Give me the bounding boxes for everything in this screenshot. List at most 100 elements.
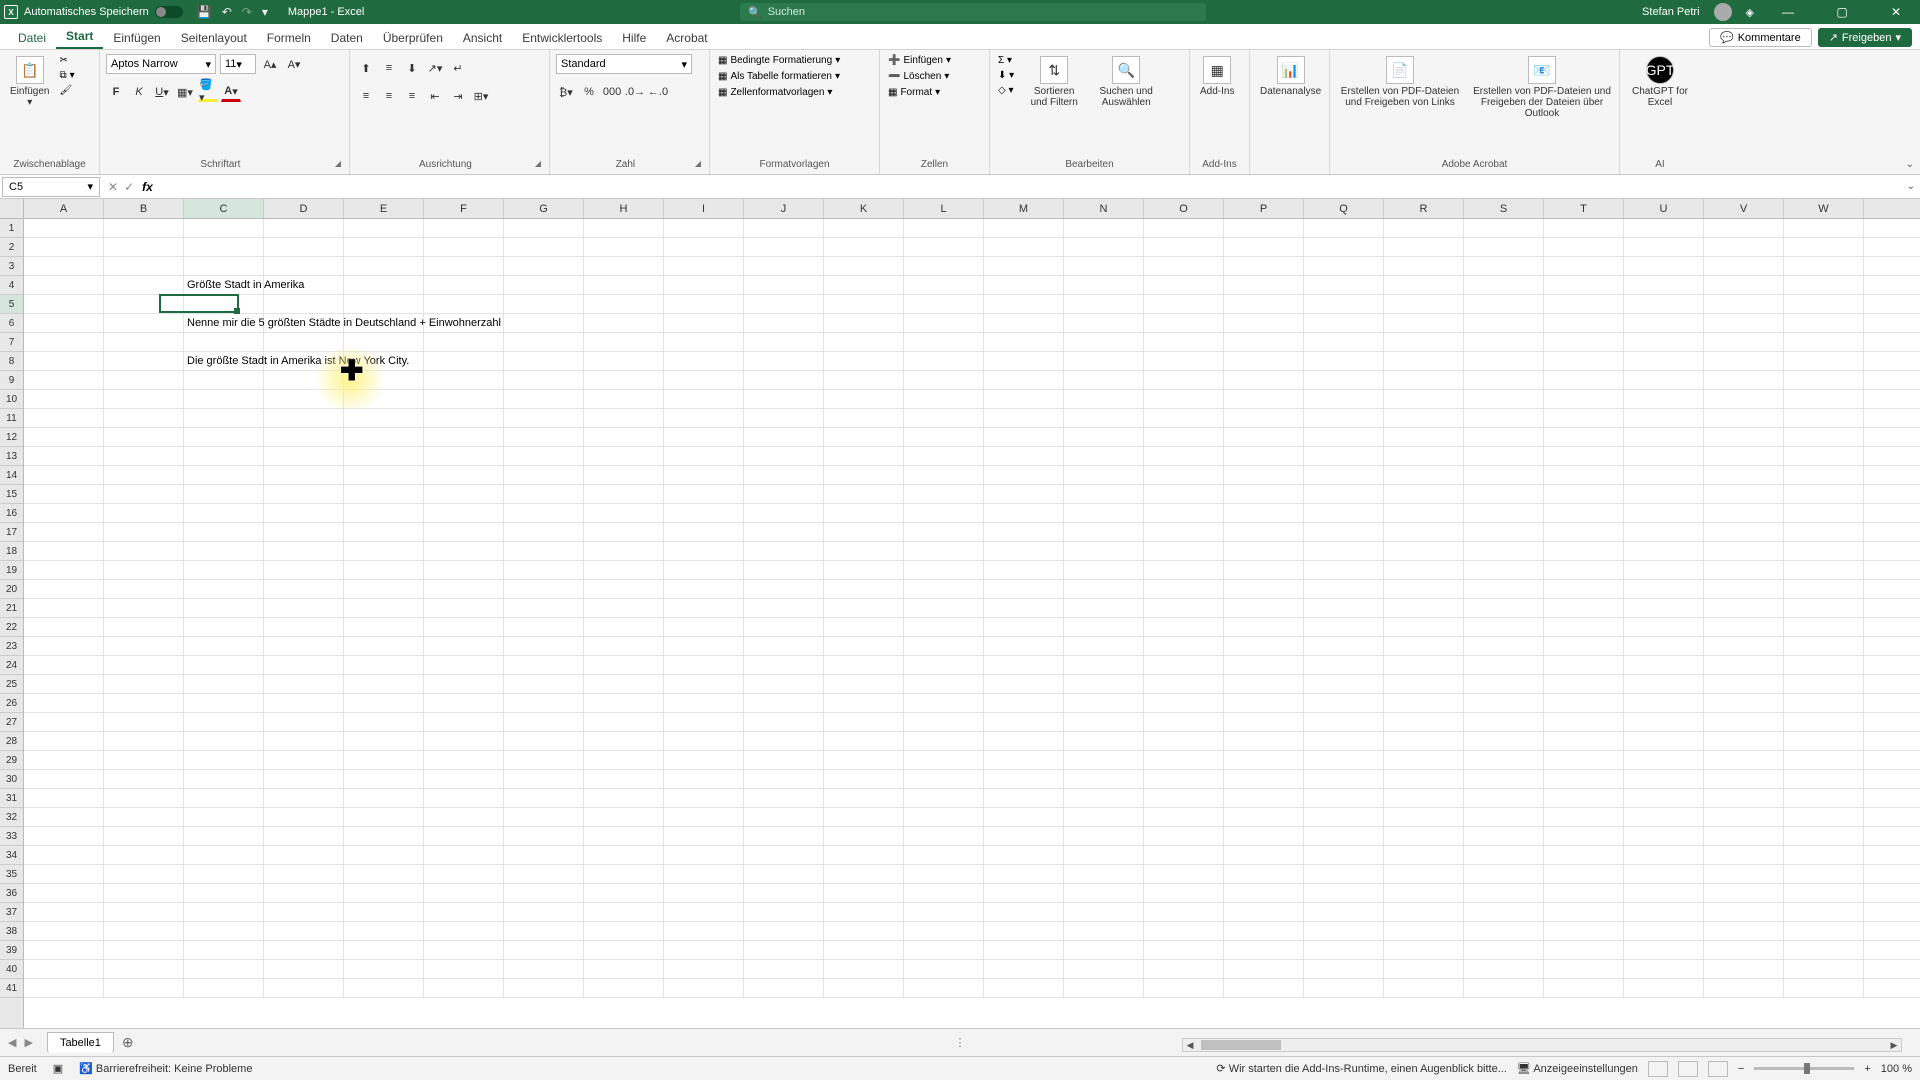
cell[interactable] [1384,656,1464,674]
cell[interactable] [1464,542,1544,560]
cell[interactable] [1384,884,1464,902]
cell[interactable] [664,466,744,484]
cell[interactable] [1784,523,1864,541]
cell[interactable] [1544,865,1624,883]
cell[interactable] [1784,694,1864,712]
cell[interactable] [504,618,584,636]
cell[interactable] [1144,485,1224,503]
cell[interactable] [584,542,664,560]
cell[interactable] [504,827,584,845]
cell[interactable] [184,865,264,883]
cell[interactable] [104,751,184,769]
cell[interactable] [104,979,184,997]
cell[interactable] [424,371,504,389]
cell[interactable] [344,504,424,522]
increase-decimal-button[interactable]: .0→ [625,82,645,102]
cell[interactable] [584,694,664,712]
cell[interactable] [1224,656,1304,674]
cell[interactable] [1064,865,1144,883]
cell[interactable] [584,751,664,769]
cell[interactable] [584,276,664,294]
cell[interactable] [904,808,984,826]
cell[interactable] [1224,732,1304,750]
cell[interactable] [744,314,824,332]
cell[interactable] [504,276,584,294]
cell[interactable] [984,333,1064,351]
row-header[interactable]: 36 [0,884,23,903]
cell[interactable] [744,295,824,313]
cell[interactable] [1144,732,1224,750]
cell[interactable] [584,808,664,826]
cell[interactable] [1224,713,1304,731]
cell[interactable] [24,618,104,636]
cell[interactable] [424,884,504,902]
cell[interactable] [504,409,584,427]
cell[interactable] [1464,941,1544,959]
cell[interactable] [1304,409,1384,427]
row-header[interactable]: 7 [0,333,23,352]
cell[interactable] [1464,276,1544,294]
tab-start[interactable]: Start [56,25,103,49]
cell[interactable] [1544,770,1624,788]
cell[interactable] [1304,656,1384,674]
cell[interactable] [744,371,824,389]
cell[interactable] [984,257,1064,275]
cell[interactable] [264,618,344,636]
cell[interactable] [1464,979,1544,997]
cell[interactable] [1304,789,1384,807]
cell[interactable] [824,941,904,959]
sheet-prev-icon[interactable]: ◀ [8,1036,16,1049]
cell[interactable] [504,884,584,902]
cell[interactable] [504,922,584,940]
cell[interactable] [184,846,264,864]
row-header[interactable]: 28 [0,732,23,751]
cell-styles-button[interactable]: ▦Zellenformatvorlagen▾ [716,86,834,99]
cell[interactable] [664,713,744,731]
cell[interactable] [504,523,584,541]
cell[interactable] [104,789,184,807]
cell[interactable] [584,637,664,655]
cell[interactable] [584,219,664,237]
cell[interactable] [1704,884,1784,902]
wrap-text-button[interactable]: ↵ [448,58,468,78]
cell[interactable] [1464,238,1544,256]
cell[interactable] [744,409,824,427]
cell[interactable] [584,827,664,845]
cell[interactable] [1544,884,1624,902]
cell[interactable] [104,846,184,864]
cell[interactable] [1544,238,1624,256]
cell[interactable] [1544,523,1624,541]
cell[interactable] [1624,941,1704,959]
cell[interactable] [664,390,744,408]
comments-button[interactable]: 💬Kommentare [1709,28,1812,47]
column-header[interactable]: T [1544,199,1624,218]
cell[interactable] [1224,523,1304,541]
cell[interactable] [1464,827,1544,845]
cell[interactable] [1144,770,1224,788]
cell[interactable] [1784,599,1864,617]
cell[interactable] [1624,523,1704,541]
cell[interactable] [504,580,584,598]
cell[interactable] [1144,542,1224,560]
row-header[interactable]: 32 [0,808,23,827]
cell[interactable] [1384,979,1464,997]
display-settings-button[interactable]: 🖥 Anzeigeeinstellungen [1517,1062,1638,1075]
cell[interactable] [904,960,984,978]
name-box[interactable]: C5▾ [2,177,100,197]
cell[interactable] [824,428,904,446]
cell[interactable] [744,542,824,560]
cell[interactable] [264,238,344,256]
cell[interactable] [24,447,104,465]
cell[interactable] [1624,675,1704,693]
cell[interactable] [1304,257,1384,275]
format-cells-button[interactable]: ▦Format ▾ [886,86,942,99]
cell[interactable] [504,428,584,446]
tab-formulas[interactable]: Formeln [257,27,321,49]
cell[interactable] [1704,390,1784,408]
cell[interactable] [1624,903,1704,921]
cell[interactable] [664,922,744,940]
pdf-outlook-button[interactable]: 📧Erstellen von PDF-Dateien und Freigeben… [1468,54,1616,121]
scroll-thumb[interactable] [1201,1040,1281,1050]
cell[interactable] [504,903,584,921]
cell[interactable] [504,960,584,978]
